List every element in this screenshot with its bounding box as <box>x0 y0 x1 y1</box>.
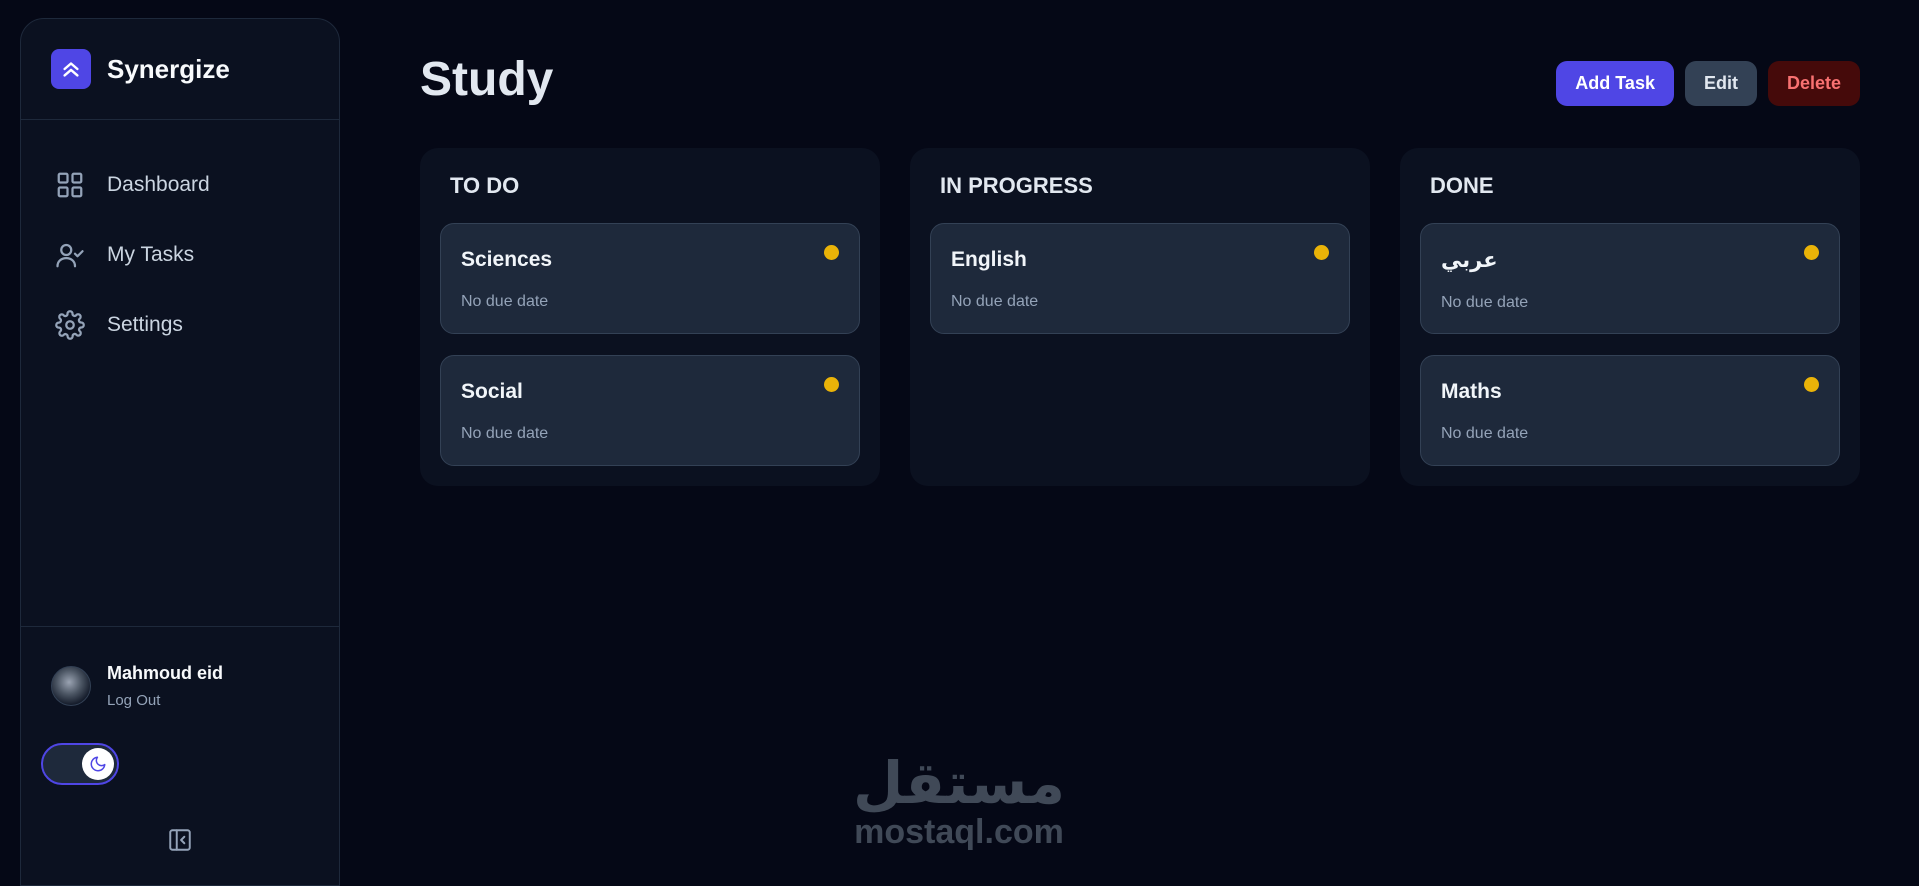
status-dot <box>1804 377 1819 392</box>
delete-button[interactable]: Delete <box>1767 61 1860 106</box>
task-card[interactable]: Maths No due date <box>1420 355 1840 466</box>
sidebar-item-my-tasks[interactable]: My Tasks <box>21 220 339 290</box>
column-title: IN PROGRESS <box>940 173 1093 198</box>
chevrons-up-icon <box>51 49 91 89</box>
sidebar-item-dashboard[interactable]: Dashboard <box>21 150 339 220</box>
task-due-date: No due date <box>951 293 1039 310</box>
edit-button[interactable]: Edit <box>1684 61 1757 106</box>
task-card[interactable]: Sciences No due date <box>440 223 860 334</box>
task-title: Sciences <box>461 248 553 271</box>
sidebar-item-settings[interactable]: Settings <box>21 290 339 360</box>
grid-icon <box>57 172 83 198</box>
watermark-arabic: مستقل <box>852 749 1066 817</box>
status-dot <box>824 377 839 392</box>
moon-icon <box>82 748 114 780</box>
task-title: عربي <box>1441 249 1498 272</box>
status-dot <box>824 245 839 260</box>
task-card[interactable]: Social No due date <box>440 355 860 466</box>
sidebar-collapse-icon[interactable] <box>166 826 194 854</box>
task-title: Social <box>461 380 523 403</box>
user-profile: Mahmoud eid Log Out <box>21 627 339 709</box>
sidebar-item-label: My Tasks <box>107 243 195 266</box>
page-actions: Add Task Edit Delete <box>1556 61 1860 106</box>
status-dot <box>1314 245 1329 260</box>
status-dot <box>1804 245 1819 260</box>
brand[interactable]: Synergize <box>21 19 339 120</box>
task-title: English <box>951 248 1027 271</box>
user-name: Mahmoud eid <box>107 663 223 683</box>
column-title: DONE <box>1430 173 1494 198</box>
task-title: Maths <box>1441 380 1502 403</box>
sidebar-footer: Mahmoud eid Log Out <box>21 626 339 851</box>
task-due-date: No due date <box>461 425 549 442</box>
user-check-icon <box>56 243 84 268</box>
column-todo: TO DO Sciences No due date Social No due… <box>420 148 880 486</box>
logout-link[interactable]: Log Out <box>107 692 223 709</box>
kanban-board: TO DO Sciences No due date Social No due… <box>420 148 1860 486</box>
task-due-date: No due date <box>461 293 549 310</box>
theme-toggle[interactable] <box>41 743 119 785</box>
avatar[interactable] <box>51 666 91 706</box>
task-due-date: No due date <box>1441 425 1529 442</box>
column-in-progress: IN PROGRESS English No due date <box>910 148 1370 486</box>
sidebar-item-label: Settings <box>107 313 183 336</box>
sidebar-item-label: Dashboard <box>107 173 210 196</box>
add-task-button[interactable]: Add Task <box>1556 61 1674 106</box>
watermark: مستقل mostaql.com <box>845 752 1073 850</box>
task-card[interactable]: عربي No due date <box>1420 223 1840 334</box>
sidebar-nav: Dashboard My Tasks Settings <box>21 120 339 360</box>
gear-icon <box>55 310 85 340</box>
brand-name: Synergize <box>107 53 230 84</box>
column-title: TO DO <box>450 173 520 198</box>
task-due-date: No due date <box>1441 294 1529 311</box>
column-done: DONE عربي No due date Maths No due date <box>1400 148 1860 486</box>
watermark-latin: mostaql.com <box>854 813 1064 851</box>
task-card[interactable]: English No due date <box>930 223 1350 334</box>
page-title: Study <box>420 53 554 106</box>
sidebar: Synergize Dashboard My Tasks Settings Ma… <box>20 18 340 886</box>
